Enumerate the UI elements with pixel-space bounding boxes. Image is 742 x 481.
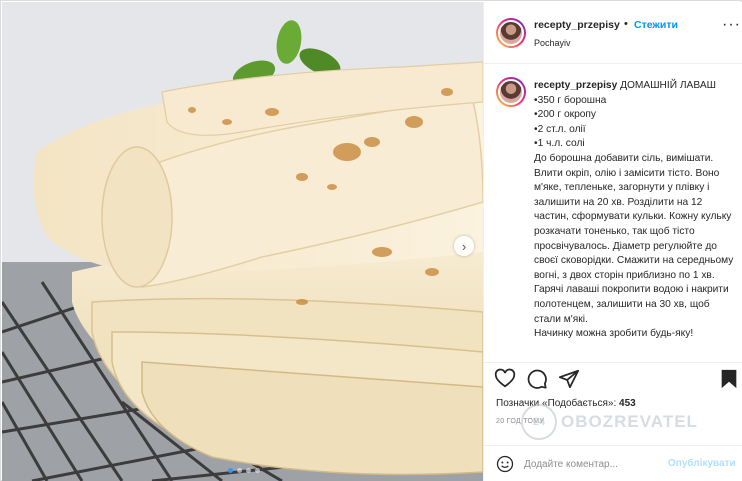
follow-button[interactable]: Стежити (634, 19, 678, 31)
caption-text: recepty_przepisy ДОМАШНІЙ ЛАВАШ •350 г б… (534, 79, 739, 342)
instagram-post: › recepty_przepisy • Стежити Pochayiv ··… (0, 0, 742, 481)
location-link[interactable]: Pochayiv (534, 38, 571, 48)
post-header: recepty_przepisy • Стежити Pochayiv ··· (484, 2, 742, 64)
comment-bar: Опублікувати (484, 445, 742, 481)
ingredient-line: •350 г борошна (534, 94, 607, 106)
share-icon[interactable] (558, 368, 580, 390)
closing-line: Начинку можна зробити будь-яку! (534, 328, 694, 340)
ingredient-line: •200 г окропу (534, 109, 597, 121)
comment-input[interactable] (524, 456, 664, 472)
carousel-dot (246, 468, 251, 473)
watermark-badge: 24 (521, 404, 557, 440)
lavash-photo (2, 2, 483, 481)
caption-section: recepty_przepisy ДОМАШНІЙ ЛАВАШ •350 г б… (484, 65, 742, 361)
caption-title: ДОМАШНІЙ ЛАВАШ (620, 80, 716, 91)
carousel-dot (255, 468, 260, 473)
watermark-text: OBOZREVATEL (561, 412, 698, 431)
separator-dot: • (624, 18, 628, 30)
carousel-next-button[interactable]: › (454, 236, 474, 256)
emoji-icon[interactable] (496, 455, 514, 473)
avatar[interactable] (496, 77, 526, 107)
instructions-text: До борошна добавити сіль, вимішати. Влит… (534, 152, 734, 325)
caption-username[interactable]: recepty_przepisy (534, 80, 617, 91)
obozrevatel-watermark: 24 OBOZREVATEL (521, 404, 698, 440)
comment-icon[interactable] (526, 368, 548, 390)
action-bar (484, 362, 742, 392)
carousel-dot (237, 468, 242, 473)
publish-button[interactable]: Опублікувати (668, 458, 736, 469)
avatar[interactable] (496, 18, 526, 48)
heart-icon[interactable] (494, 368, 516, 390)
more-options-icon[interactable]: ··· (722, 17, 741, 33)
ingredient-line: •2 ст.л. олії (534, 123, 586, 135)
carousel-dot (228, 468, 233, 473)
username-link[interactable]: recepty_przepisy (534, 19, 620, 31)
carousel-dots (228, 468, 260, 473)
bookmark-icon[interactable] (718, 368, 740, 390)
ingredient-line: •1 ч.л. солі (534, 138, 585, 150)
post-photo[interactable]: › (2, 2, 483, 481)
chevron-right-icon: › (461, 238, 467, 254)
